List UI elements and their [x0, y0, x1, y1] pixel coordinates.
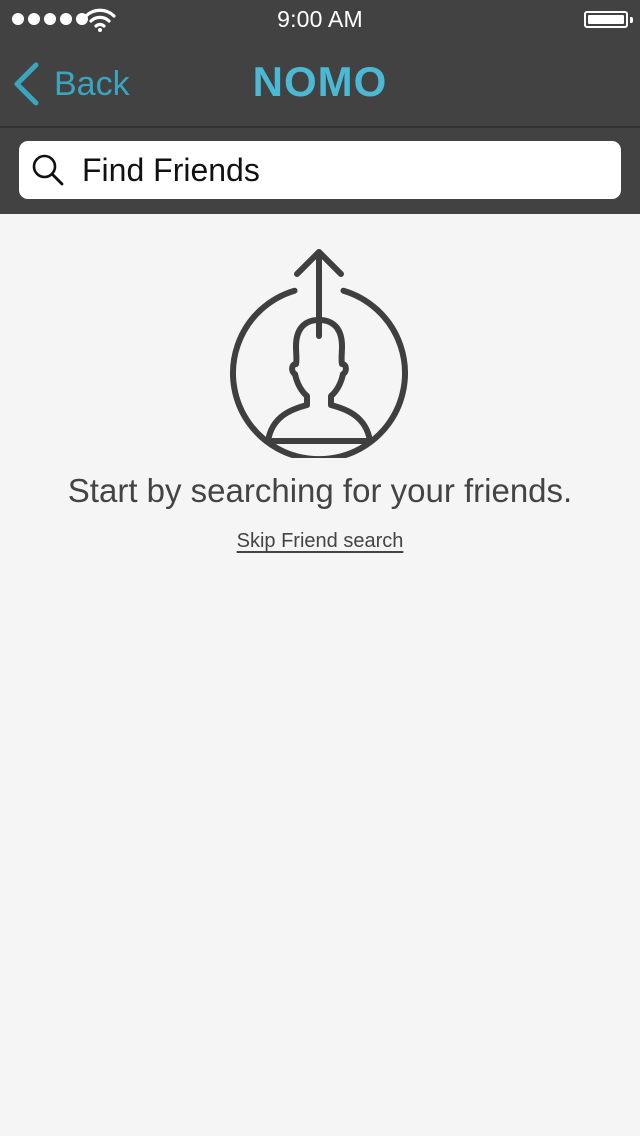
- status-time: 9:00 AM: [277, 6, 363, 32]
- status-bar: 9:00 AM: [0, 0, 640, 40]
- divider: [0, 126, 640, 128]
- chevron-left-icon: [14, 62, 39, 106]
- header: 9:00 AM Back NOMO: [0, 0, 640, 214]
- back-button-label: Back: [54, 64, 130, 103]
- empty-state-message: Start by searching for your friends.: [67, 472, 573, 509]
- user-upload-icon: [230, 249, 408, 458]
- empty-state: Start by searching for your friends. Ski…: [0, 214, 640, 1136]
- battery-tip: [630, 17, 633, 23]
- back-button[interactable]: Back: [12, 60, 130, 108]
- search-input[interactable]: [82, 151, 582, 189]
- search-bar[interactable]: [19, 141, 621, 199]
- search-icon: [32, 154, 64, 186]
- battery-icon: [584, 11, 628, 28]
- battery-level: [588, 15, 624, 24]
- nav-bar: Back NOMO: [0, 40, 640, 126]
- skip-friend-search-link[interactable]: Skip Friend search: [237, 530, 404, 552]
- skip-friend-search-link-wrapper: Skip Friend search: [0, 530, 640, 553]
